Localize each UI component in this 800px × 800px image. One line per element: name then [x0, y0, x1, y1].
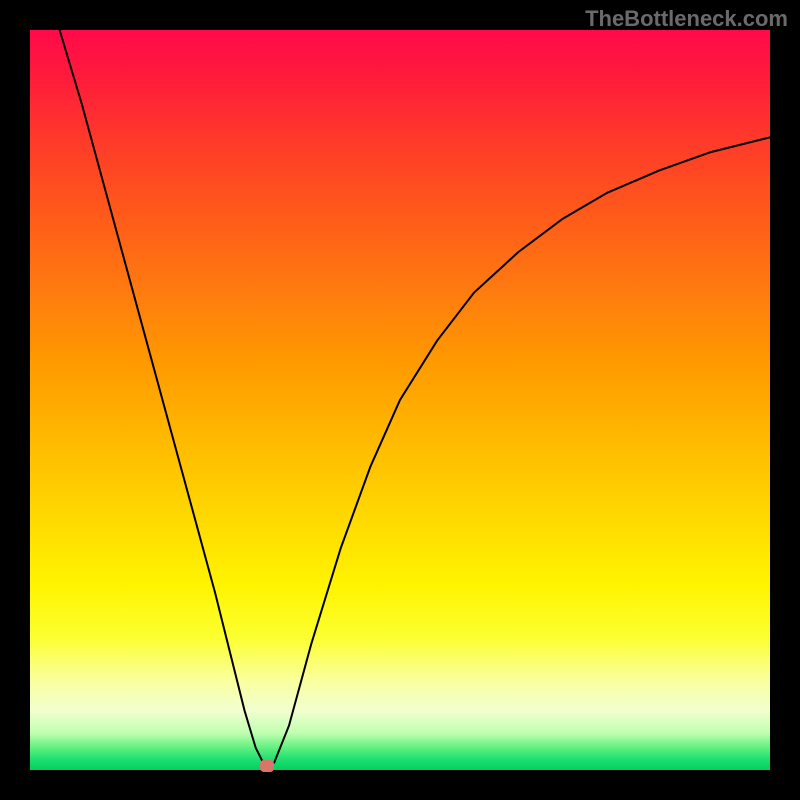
bottleneck-curve [60, 30, 770, 766]
curve-layer [30, 30, 770, 770]
chart-frame: TheBottleneck.com [0, 0, 800, 800]
watermark-text: TheBottleneck.com [585, 6, 788, 32]
optimal-point-marker [260, 760, 274, 772]
plot-area [30, 30, 770, 770]
